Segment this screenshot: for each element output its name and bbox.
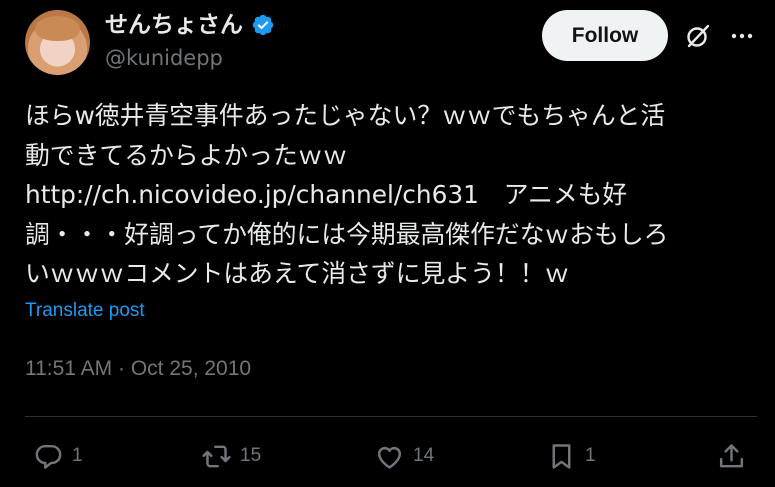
author-handle[interactable]: @kunidepp (105, 45, 223, 71)
heart-icon (377, 446, 402, 469)
more-options-icon[interactable] (727, 21, 757, 51)
bookmark-count: 1 (585, 445, 596, 466)
like-count: 14 (413, 445, 435, 466)
reply-count: 1 (72, 445, 83, 466)
post-text: ほらw徳井青空事件あったじゃない？ｗｗでもちゃんと活 動できてるからよかったｗｗ… (25, 96, 760, 294)
post-timestamp[interactable]: 11:51 AM · Oct 25, 2010 (25, 357, 251, 381)
follow-button[interactable]: Follow (542, 10, 668, 61)
translate-post-link[interactable]: Translate post (25, 300, 145, 322)
post-text-line: 動できてるからよかったｗｗ (25, 140, 348, 170)
reply-button[interactable]: 1 (33, 436, 83, 476)
post-text-line: 調・・・好調ってか俺的には今期最高傑作だなｗおもしろ (25, 219, 669, 249)
repost-count: 15 (240, 445, 262, 466)
bookmark-icon (552, 443, 571, 469)
author-name-row: せんちょさん (105, 12, 275, 38)
post-text-line: ほらw徳井青空事件あったじゃない？ｗｗでもちゃんと活 (25, 101, 666, 130)
display-name[interactable]: せんちょさん (105, 12, 243, 38)
share-button[interactable] (716, 436, 747, 476)
share-icon (719, 443, 744, 467)
bookmark-button[interactable]: 1 (546, 436, 596, 476)
verified-badge-icon (251, 13, 275, 37)
avatar[interactable] (25, 10, 90, 75)
post-text-line[interactable]: http://ch.nicovideo.jp/channel/ch631 アニメ… (25, 175, 760, 215)
divider (25, 416, 757, 417)
repost-button[interactable]: 15 (201, 436, 261, 476)
post-text-line: いｗｗｗコメントはあえて消さずに見よう！！ｗ (25, 259, 570, 288)
repost-icon (202, 445, 231, 467)
action-bar: 1 15 14 1 (0, 436, 775, 476)
reply-icon (35, 444, 62, 469)
grok-icon[interactable] (683, 21, 713, 51)
like-button[interactable]: 14 (374, 436, 434, 476)
